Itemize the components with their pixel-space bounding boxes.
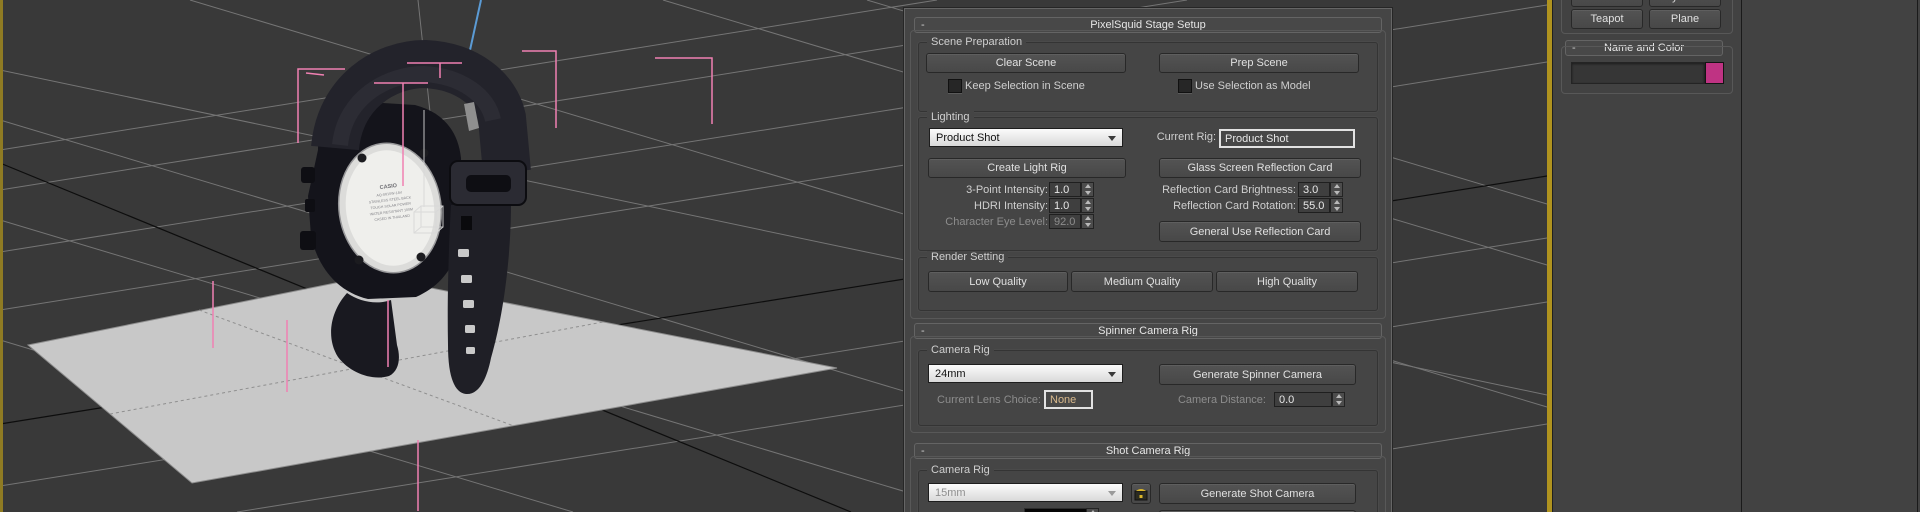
object-type-teapot-button[interactable]: Teapot (1571, 9, 1643, 29)
group-label: Lighting (927, 111, 974, 124)
hdri-intensity-spinner[interactable] (1081, 198, 1094, 213)
chevron-down-icon (1108, 372, 1116, 377)
spinner-down-icon (1084, 222, 1091, 227)
character-eye-level-spinner (1081, 214, 1094, 229)
camera-icon (1134, 488, 1148, 500)
current-lens-choice-field[interactable]: None (1044, 390, 1093, 409)
current-rig-field[interactable]: Product Shot (1219, 129, 1355, 148)
current-lens-choice-label: Current Lens Choice: (937, 394, 1041, 406)
hdri-intensity-label: HDRI Intensity: (974, 200, 1048, 212)
shot-color-field[interactable] (1024, 508, 1088, 512)
spinner-down-icon (1335, 400, 1342, 405)
generate-spinner-camera-button[interactable]: Generate Spinner Camera (1159, 364, 1356, 385)
spinner-lens-dropdown[interactable]: 24mm (928, 364, 1123, 383)
group-label: Scene Preparation (927, 36, 1027, 49)
spinner-up-icon (1333, 200, 1340, 205)
general-use-reflection-card-button[interactable]: General Use Reflection Card (1159, 221, 1361, 242)
low-quality-button[interactable]: Low Quality (928, 271, 1068, 292)
spinner-up-icon (1333, 184, 1340, 189)
group-label: Camera Rig (927, 344, 994, 357)
object-name-input[interactable] (1571, 62, 1705, 84)
chevron-down-icon (1108, 136, 1116, 141)
panel-divider (1741, 0, 1742, 512)
application-window: CASIO AQ-S810W-1AV STAINLESS STEEL BACK … (0, 0, 1920, 512)
panel-divider (1917, 0, 1918, 512)
watch-buckle-slot (466, 175, 511, 192)
hdri-intensity-field[interactable]: 1.0 (1049, 198, 1081, 213)
reflection-card-rotation-field[interactable]: 55.0 (1298, 198, 1330, 213)
spinner-up-icon (1335, 394, 1342, 399)
prep-scene-button[interactable]: Prep Scene (1159, 53, 1359, 73)
group-label: Render Setting (927, 251, 1009, 264)
character-eye-level-label: Character Eye Level: (945, 216, 1048, 228)
object-type-pyramid-button[interactable]: Pyramid (1649, 0, 1721, 7)
clear-scene-button[interactable]: Clear Scene (926, 53, 1126, 73)
camera-distance-spinner[interactable] (1332, 392, 1345, 407)
keep-selection-checkbox[interactable] (948, 79, 962, 93)
spinner-down-icon (1084, 206, 1091, 211)
reflection-card-rotation-spinner[interactable] (1330, 198, 1343, 213)
high-quality-button[interactable]: High Quality (1216, 271, 1358, 292)
camera-distance-label: Camera Distance: (1177, 394, 1266, 406)
generate-shot-camera-button[interactable]: Generate Shot Camera (1159, 483, 1356, 504)
object-type-torus-button[interactable]: Torus (1571, 0, 1643, 7)
spinner-up-icon (1084, 200, 1091, 205)
medium-quality-button[interactable]: Medium Quality (1071, 271, 1213, 292)
watch-strap-hole-dark (461, 216, 472, 230)
character-eye-level-field: 92.0 (1049, 214, 1081, 229)
shot-lens-dropdown: 15mm (928, 483, 1123, 502)
camera-distance-field[interactable]: 0.0 (1274, 392, 1332, 407)
pick-camera-button[interactable] (1131, 483, 1151, 504)
spinner-down-icon (1333, 190, 1340, 195)
object-type-plane-button[interactable]: Plane (1649, 9, 1721, 29)
reflection-card-brightness-label: Reflection Card Brightness: (1162, 184, 1296, 196)
use-selection-label: Use Selection as Model (1195, 80, 1311, 92)
reflection-card-rotation-label: Reflection Card Rotation: (1173, 200, 1296, 212)
glass-screen-reflection-card-button[interactable]: Glass Screen Reflection Card (1159, 158, 1361, 178)
shot-color-spinner[interactable] (1086, 508, 1099, 512)
light-rig-dropdown[interactable]: Product Shot (929, 128, 1123, 147)
three-point-intensity-label: 3-Point Intensity: (966, 184, 1048, 196)
light-rig-dropdown-value: Product Shot (936, 131, 1000, 144)
group-camera-rig-spinner: Camera Rig (918, 344, 1378, 426)
spinner-down-icon (1084, 190, 1091, 195)
command-panel: Torus Pyramid Teapot Plane - Name and Co… (1552, 0, 1920, 512)
current-rig-label: Current Rig: (1156, 131, 1216, 143)
keep-selection-label: Keep Selection in Scene (965, 80, 1085, 92)
pixelsquid-stage-setup-dialog: - PixelSquid Stage Setup Scene Preparati… (904, 8, 1392, 512)
viewport-border-left (0, 0, 3, 512)
reflection-card-brightness-field[interactable]: 3.0 (1298, 182, 1330, 197)
group-label: Camera Rig (927, 464, 994, 477)
use-selection-checkbox[interactable] (1178, 79, 1192, 93)
spinner-up-icon (1084, 184, 1091, 189)
shot-lens-dropdown-value: 15mm (935, 486, 966, 499)
spinner-lens-dropdown-value: 24mm (935, 367, 966, 380)
object-color-swatch[interactable] (1705, 62, 1724, 84)
spinner-up-icon (1084, 216, 1091, 221)
three-point-intensity-spinner[interactable] (1081, 182, 1094, 197)
reflection-card-brightness-spinner[interactable] (1330, 182, 1343, 197)
chevron-down-icon (1108, 491, 1116, 496)
spinner-down-icon (1333, 206, 1340, 211)
create-light-rig-button[interactable]: Create Light Rig (928, 158, 1126, 178)
three-point-intensity-field[interactable]: 1.0 (1049, 182, 1081, 197)
